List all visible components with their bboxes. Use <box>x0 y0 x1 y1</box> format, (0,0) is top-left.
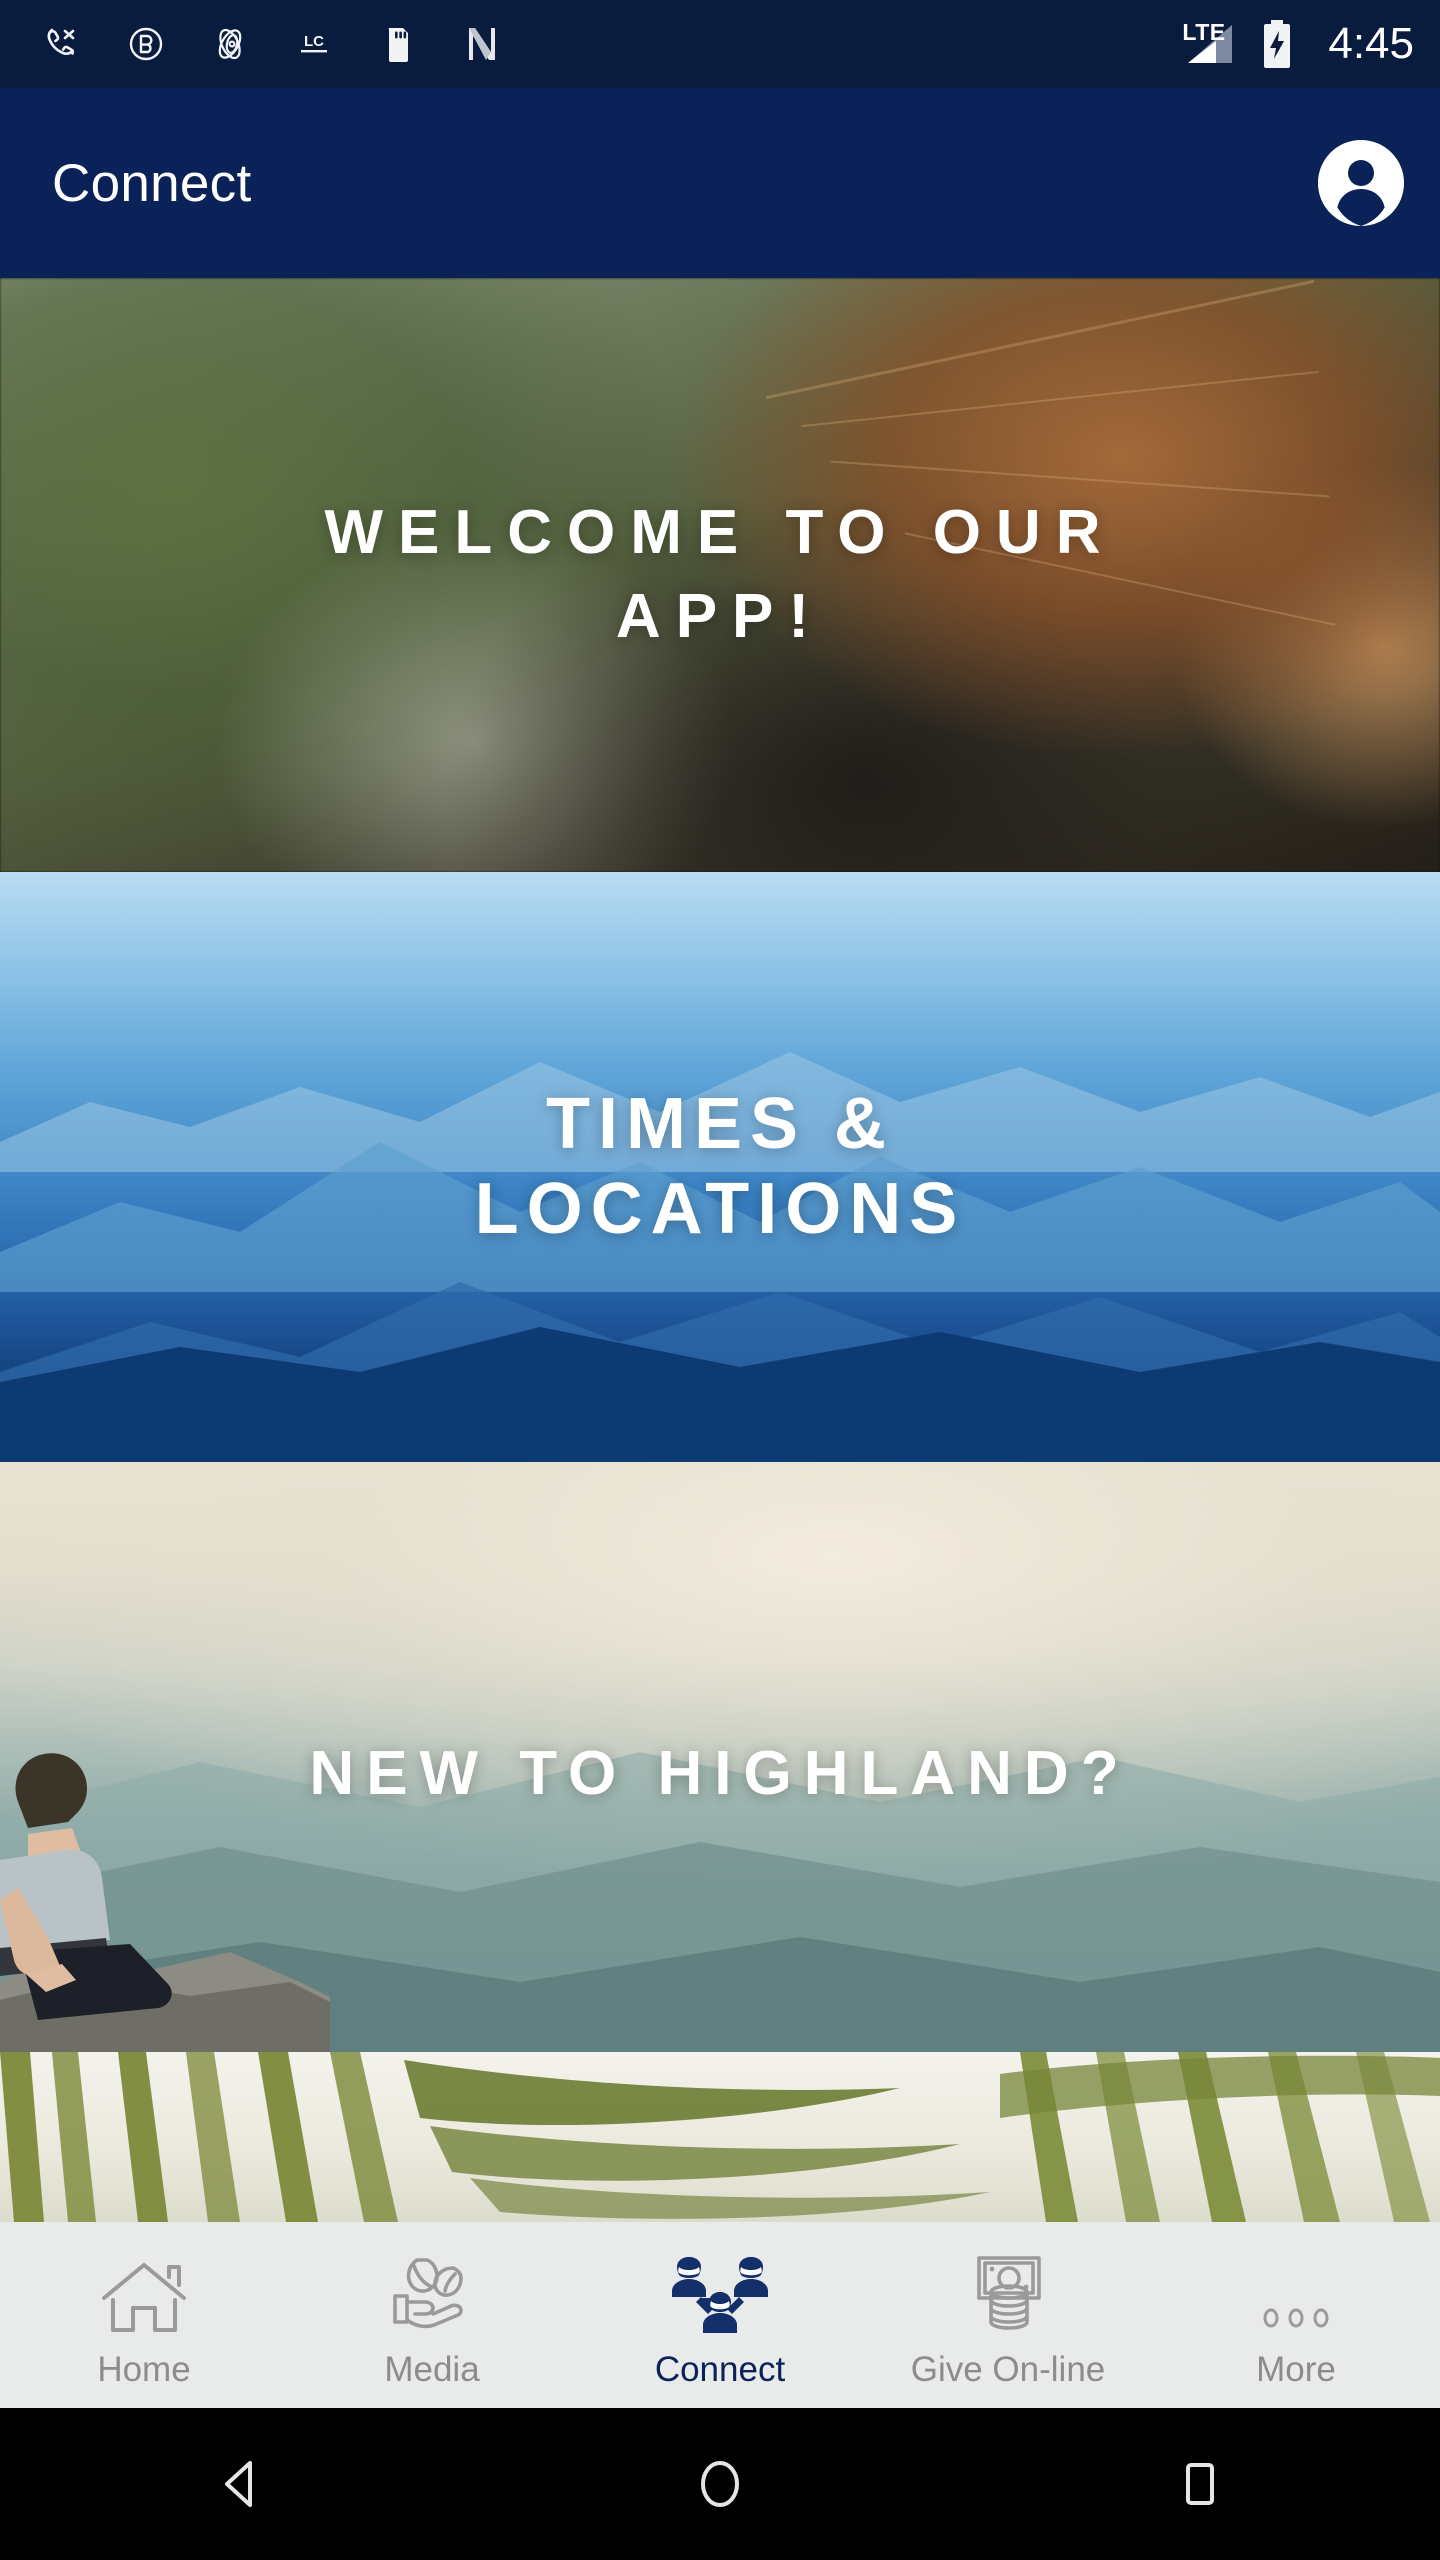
banner-welcome-caption: WELCOME TO OUR APP! <box>0 278 1440 872</box>
status-bar-clock: 4:45 <box>1328 19 1414 68</box>
status-bar-system-icons: LTE 4:45 <box>1182 18 1414 70</box>
status-bar: LC LTE 4:45 <box>0 0 1440 88</box>
tab-home[interactable]: Home <box>0 2222 288 2408</box>
money-icon <box>960 2244 1056 2336</box>
more-dots-icon <box>1248 2244 1344 2336</box>
hand-leaf-icon <box>384 2244 480 2336</box>
tab-media[interactable]: Media <box>288 2222 576 2408</box>
phone-screen: LC LTE 4:45 Connect WELCOME TO OUR APP! … <box>0 0 1440 2560</box>
lc-icon: LC <box>292 22 336 66</box>
banner-times-locations[interactable]: TIMES & LOCATIONS <box>0 872 1440 1462</box>
lastpass-icon <box>124 22 168 66</box>
tab-give-online-label: Give On-line <box>910 2349 1106 2389</box>
bottom-tab-bar[interactable]: Home Media Connect Give On-line More <box>0 2222 1440 2408</box>
battery-charging-icon <box>1258 18 1296 70</box>
nova-launcher-icon <box>460 22 504 66</box>
banner-palm[interactable] <box>0 2052 1440 2222</box>
banner-new-to-highland-caption: NEW TO HIGHLAND? <box>0 1462 1440 2052</box>
tab-give-online[interactable]: Give On-line <box>864 2222 1152 2408</box>
back-triangle-icon[interactable] <box>165 2434 315 2534</box>
android-navigation-bar[interactable] <box>0 2408 1440 2560</box>
phone-missed-icon <box>40 22 84 66</box>
banner-times-locations-caption: TIMES & LOCATIONS <box>0 872 1440 1462</box>
account-circle-icon[interactable] <box>1318 140 1404 226</box>
banner-new-to-highland-line1: NEW TO HIGHLAND? <box>309 1738 1131 1808</box>
tab-more[interactable]: More <box>1152 2222 1440 2408</box>
app-bar: Connect <box>0 88 1440 278</box>
tab-connect-label: Connect <box>654 2349 786 2389</box>
lte-label: LTE <box>1182 19 1226 45</box>
banner-times-locations-line1: TIMES & <box>545 1084 894 1165</box>
tab-connect[interactable]: Connect <box>576 2222 864 2408</box>
banner-new-to-highland[interactable]: NEW TO HIGHLAND? <box>0 1462 1440 2052</box>
svg-text:LC: LC <box>304 33 324 50</box>
page-title: Connect <box>52 153 252 213</box>
status-bar-notification-icons: LC <box>40 22 1182 66</box>
home-icon <box>96 2244 192 2336</box>
banner-welcome-line1: WELCOME TO OUR <box>324 498 1116 568</box>
recents-square-icon[interactable] <box>1125 2434 1275 2534</box>
tab-more-label: More <box>1256 2349 1336 2389</box>
tab-media-label: Media <box>384 2349 480 2389</box>
banner-times-locations-line2: LOCATIONS <box>474 1169 966 1249</box>
tab-home-label: Home <box>97 2349 191 2389</box>
palm-fronds <box>0 2052 1440 2222</box>
home-circle-icon[interactable] <box>645 2434 795 2534</box>
banner-welcome-line2: APP! <box>615 582 825 651</box>
banner-welcome[interactable]: WELCOME TO OUR APP! <box>0 278 1440 872</box>
lte-signal-icon: LTE <box>1182 19 1238 69</box>
banner-list[interactable]: WELCOME TO OUR APP! TIMES & LOCATIONS NE… <box>0 278 1440 2222</box>
atom-icon <box>208 22 252 66</box>
people-group-icon <box>672 2244 768 2336</box>
sd-card-icon <box>376 22 420 66</box>
